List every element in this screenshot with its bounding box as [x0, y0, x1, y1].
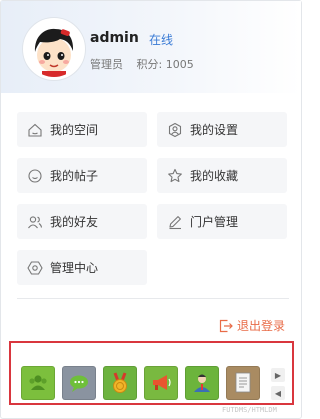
chevron-right-icon: ▶: [274, 370, 282, 380]
medal-app-icon: [113, 372, 127, 393]
menu-my-settings[interactable]: 我的设置: [157, 112, 287, 147]
document-app-icon: [235, 372, 251, 393]
menu-label: 我的空间: [50, 123, 99, 137]
menu-portal-admin[interactable]: 门户管理: [157, 204, 287, 239]
friends-icon: [27, 214, 43, 230]
app-document[interactable]: [226, 366, 260, 400]
logout-button[interactable]: 退出登录: [219, 317, 285, 334]
user-settings-icon: [167, 122, 183, 138]
app-medal[interactable]: [103, 366, 137, 400]
app-megaphone[interactable]: [144, 366, 178, 400]
menu-my-friends[interactable]: 我的好友: [17, 204, 147, 239]
menu-label: 我的收藏: [190, 169, 239, 183]
logout-label: 退出登录: [237, 319, 286, 333]
logout-icon: [219, 319, 233, 332]
hexagon-gear-icon: [27, 260, 43, 276]
pencil-icon: [167, 214, 183, 230]
chat-app-icon: [70, 375, 88, 392]
online-status: 在线: [149, 33, 174, 47]
users-app-icon: [194, 374, 210, 392]
megaphone-app-icon: [153, 375, 171, 390]
avatar-cartoon-boy-icon: [26, 21, 82, 77]
menu-admin-center[interactable]: 管理中心: [17, 250, 147, 285]
menu-label: 我的好友: [50, 215, 99, 229]
divider: [17, 298, 289, 299]
user-meta: 管理员 积分: 1005: [90, 56, 204, 72]
app-users[interactable]: [185, 366, 219, 400]
scroll-left-button[interactable]: ◀: [271, 386, 285, 400]
menu-label: 门户管理: [190, 215, 239, 229]
star-icon: [167, 168, 183, 184]
user-points: 积分: 1005: [136, 58, 194, 71]
scroll-right-button[interactable]: ▶: [271, 368, 285, 382]
menu-my-posts[interactable]: 我的帖子: [17, 158, 147, 193]
watermark: FUTDMS/HTMLDM: [222, 406, 277, 414]
chat-bubble-icon: [27, 168, 43, 184]
menu-my-space[interactable]: 我的空间: [17, 112, 147, 147]
app-people[interactable]: [21, 366, 55, 400]
menu-label: 我的帖子: [50, 169, 99, 183]
username[interactable]: admin: [90, 30, 139, 46]
chevron-left-icon: ◀: [274, 388, 282, 398]
menu-my-favorites[interactable]: 我的收藏: [157, 158, 287, 193]
app-chat[interactable]: [62, 366, 96, 400]
home-icon: [27, 122, 43, 138]
menu-label: 管理中心: [50, 261, 99, 275]
user-role: 管理员: [90, 58, 123, 71]
menu-label: 我的设置: [190, 123, 239, 137]
people-app-icon: [29, 375, 47, 390]
avatar[interactable]: [23, 18, 85, 80]
